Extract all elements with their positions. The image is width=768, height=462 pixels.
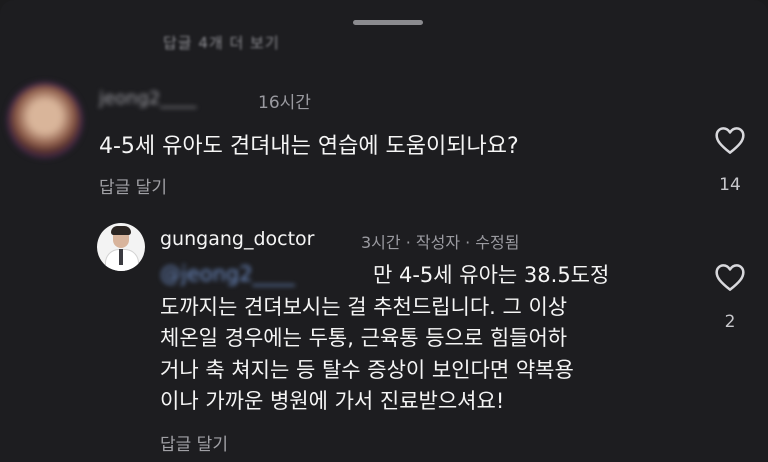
reply-button[interactable]: 답글 달기 (160, 430, 228, 455)
reply-text-line: 체온일 경우에는 두통, 근육통 등으로 힘들어하 (160, 326, 568, 350)
heart-outline-icon[interactable] (714, 125, 746, 155)
like-count: 2 (724, 312, 736, 332)
reply-text-line: 이나 가까운 병원에 가서 진료받으셔요! (160, 389, 505, 413)
comment-text: 4-5세 유아도 견뎌내는 연습에 도움이되나요? (99, 134, 519, 159)
reply-text: 만 4-5세 유아는 38.5도정 도까지는 견뎌보시는 걸 추천드립니다. 그… (160, 260, 680, 418)
reply-text-line: 거나 축 쳐지는 등 탈수 증상이 보인다면 약복용 (160, 357, 574, 382)
heart-outline-icon[interactable] (714, 262, 746, 292)
drag-handle[interactable] (353, 20, 423, 25)
avatar[interactable] (10, 85, 80, 155)
reply-text-line: 만 4-5세 유아는 38.5도정 (373, 263, 610, 287)
reply-button[interactable]: 답글 달기 (99, 173, 167, 198)
comment-timestamp: 16시간 (258, 93, 311, 113)
avatar-hair (111, 226, 131, 235)
avatar[interactable] (97, 223, 145, 271)
comments-sheet: 답글 4개 더 보기 jeong2____ 16시간 4-5세 유아도 견뎌내는… (0, 0, 768, 462)
comment-username[interactable]: jeong2____ (99, 88, 196, 109)
reply-username[interactable]: gungang_doctor (160, 228, 314, 250)
reply-text-line: 도까지는 견뎌보시는 걸 추천드립니다. 그 이상 (160, 294, 568, 319)
like-count: 14 (719, 175, 741, 195)
view-more-replies-link[interactable]: 답글 4개 더 보기 (163, 32, 280, 53)
reply-meta: 3시간 · 작성자 · 수정됨 (361, 233, 520, 252)
avatar-tie (119, 249, 123, 265)
